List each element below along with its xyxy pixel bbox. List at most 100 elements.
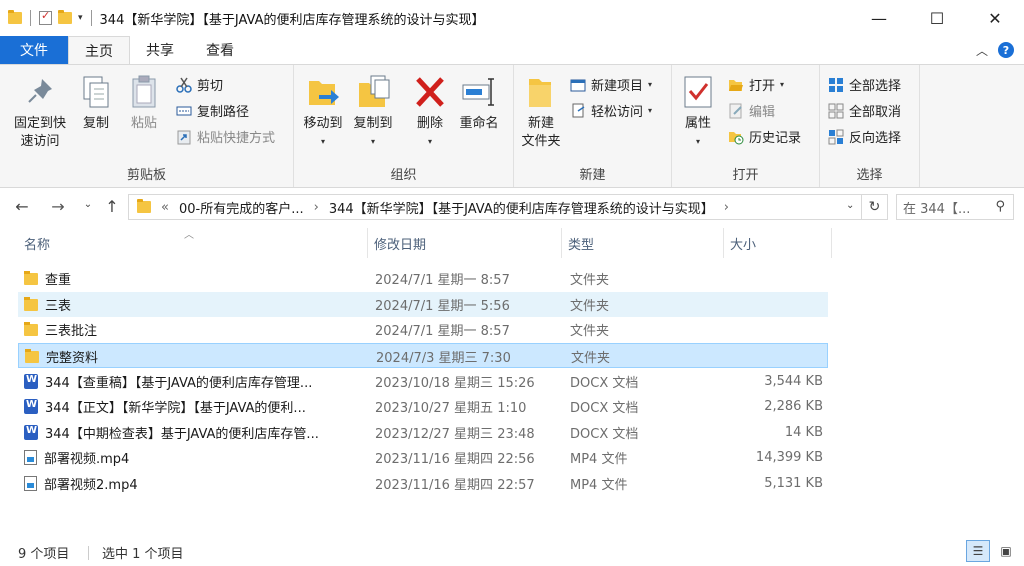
new-folder-icon[interactable] xyxy=(58,10,72,24)
close-button[interactable]: ✕ xyxy=(966,0,1024,36)
open-button[interactable]: 打开 ▾ xyxy=(728,75,784,94)
file-row-4[interactable]: 344【查重稿】【基于JAVA的便利店库存管理... 2023/10/18 星期… xyxy=(18,369,828,394)
cut-button[interactable]: 剪切 xyxy=(176,75,223,94)
organize-group: 移动到 ▾ 复制到 ▾ 删除 ▾ 重命名 组织 xyxy=(294,65,514,187)
column-header-size[interactable]: 大小 xyxy=(724,228,832,258)
file-row-1[interactable]: 三表 2024/7/1 星期一 5:56 文件夹 xyxy=(18,292,828,317)
edit-button[interactable]: 编辑 xyxy=(728,101,775,120)
rename-button[interactable]: 重命名 xyxy=(454,73,504,133)
refresh-button[interactable]: ↻ xyxy=(862,194,888,220)
paste-label: 粘贴 xyxy=(130,116,157,131)
column-header-name[interactable]: 名称 xyxy=(18,228,368,258)
file-name: 部署视频.mp4 xyxy=(44,452,130,467)
search-input[interactable]: 在 344【... ⚲ xyxy=(896,194,1014,220)
properties-icon xyxy=(680,73,716,111)
new-group: 新建 文件夹 新建项目 ▾ 轻松访问 ▾ 新建 xyxy=(514,65,672,187)
details-view-icon: ☰ xyxy=(972,544,984,558)
breadcrumb-item-current[interactable]: 344【新华学院】【基于JAVA的便利店库存管理系统的设计与实现】 xyxy=(329,198,714,217)
move-to-icon xyxy=(305,73,341,111)
delete-chevron-icon: ▾ xyxy=(427,137,432,146)
copy-path-button[interactable]: 复制路径 xyxy=(176,101,249,120)
delete-button[interactable]: 删除 ▾ xyxy=(410,73,450,151)
copy-button[interactable]: 复制 xyxy=(76,73,116,133)
open-label: 打开 xyxy=(749,79,776,94)
paste-shortcut-icon xyxy=(176,129,192,145)
properties-button[interactable]: 属性 ▾ xyxy=(678,73,718,151)
minimize-button[interactable]: — xyxy=(850,0,908,36)
file-row-3-selected[interactable]: 完整资料 2024/7/3 星期三 7:30 文件夹 xyxy=(18,343,828,368)
edit-icon xyxy=(728,103,744,119)
tab-share[interactable]: 共享 xyxy=(130,36,190,64)
copy-to-icon xyxy=(355,73,391,111)
breadcrumb-item[interactable]: 00-所有完成的客户... xyxy=(179,198,304,217)
file-row-6[interactable]: 344【中期检查表】基于JAVA的便利店库存管... 2023/12/27 星期… xyxy=(18,420,828,445)
copy-path-label: 复制路径 xyxy=(197,105,250,120)
help-icon[interactable]: ? xyxy=(998,42,1014,58)
word-document-icon xyxy=(24,425,38,440)
divider xyxy=(30,10,31,26)
recent-locations-chevron-icon[interactable]: ⌄ xyxy=(76,199,100,210)
breadcrumb-overflow[interactable]: « xyxy=(161,200,169,215)
new-item-button[interactable]: 新建项目 ▾ xyxy=(570,75,652,94)
tab-view[interactable]: 查看 xyxy=(190,36,250,64)
divider xyxy=(90,10,92,26)
history-button[interactable]: 历史记录 xyxy=(728,127,801,146)
file-row-5[interactable]: 344【正文】【新华学院】【基于JAVA的便利... 2023/10/27 星期… xyxy=(18,394,828,419)
address-bar[interactable]: « 00-所有完成的客户... › 344【新华学院】【基于JAVA的便利店库存… xyxy=(128,194,862,220)
divider xyxy=(88,546,89,560)
select-all-button[interactable]: 全部选择 xyxy=(828,75,901,94)
file-date: 2024/7/1 星期一 8:57 xyxy=(375,324,510,339)
clipboard-group: 固定到快 速访问 复制 粘贴 剪切 复制路径 粘贴快捷方式 剪贴板 xyxy=(0,65,294,187)
column-header-type[interactable]: 类型 xyxy=(562,228,724,258)
large-icons-view-button[interactable]: ▣ xyxy=(994,540,1018,562)
breadcrumb-separator-icon[interactable]: › xyxy=(724,200,729,215)
file-size: 2,286 KB xyxy=(764,399,823,414)
file-row-8[interactable]: 部署视频2.mp4 2023/11/16 星期四 22:57 MP4 文件 5,… xyxy=(18,471,828,496)
copy-to-button[interactable]: 复制到 ▾ xyxy=(350,73,396,151)
edit-label: 编辑 xyxy=(749,105,776,120)
move-to-chevron-icon: ▾ xyxy=(320,137,325,146)
quick-access-toolbar: ▾ xyxy=(0,0,94,36)
new-folder-icon xyxy=(523,73,559,111)
breadcrumb-separator-icon[interactable]: › xyxy=(314,200,319,215)
tab-file[interactable]: 文件 xyxy=(0,36,68,64)
folder-icon xyxy=(24,270,38,285)
properties-icon[interactable] xyxy=(39,9,52,25)
organize-group-label: 组织 xyxy=(390,168,417,183)
move-to-button[interactable]: 移动到 ▾ xyxy=(300,73,346,151)
pin-quick-access-button[interactable]: 固定到快 速访问 xyxy=(8,73,72,151)
new-group-label: 新建 xyxy=(579,168,606,183)
select-none-button[interactable]: 全部取消 xyxy=(828,101,901,120)
invert-selection-label: 反向选择 xyxy=(849,131,902,146)
file-list: ︿ 名称 修改日期 类型 大小 查重 2024/7/1 星期一 8:57 文件夹… xyxy=(0,228,1024,528)
properties-label: 属性 xyxy=(684,116,711,131)
customize-toolbar-chevron-icon[interactable]: ▾ xyxy=(78,13,83,23)
file-row-7[interactable]: 部署视频.mp4 2023/11/16 星期四 22:56 MP4 文件 14,… xyxy=(18,445,828,470)
details-view-button[interactable]: ☰ xyxy=(966,540,990,562)
maximize-button[interactable]: ☐ xyxy=(908,0,966,36)
paste-button[interactable]: 粘贴 xyxy=(124,73,164,133)
file-date: 2023/10/18 星期三 15:26 xyxy=(375,376,535,391)
collapse-ribbon-chevron-icon[interactable]: ︿ xyxy=(976,42,988,59)
new-folder-button[interactable]: 新建 文件夹 xyxy=(518,73,564,151)
paste-shortcut-button[interactable]: 粘贴快捷方式 xyxy=(176,127,275,146)
pin-label-line2: 速访问 xyxy=(20,134,60,149)
up-arrow-icon[interactable]: ↑ xyxy=(100,197,124,216)
file-row-2[interactable]: 三表批注 2024/7/1 星期一 8:57 文件夹 xyxy=(18,317,828,342)
forward-arrow-icon[interactable]: → xyxy=(46,197,70,216)
file-size: 14,399 KB xyxy=(755,450,823,465)
selected-count: 选中 1 个项目 xyxy=(102,546,184,562)
address-history-chevron-icon[interactable]: ⌄ xyxy=(846,200,854,211)
rename-label: 重命名 xyxy=(459,116,499,131)
file-row-0[interactable]: 查重 2024/7/1 星期一 8:57 文件夹 xyxy=(18,266,828,291)
easy-access-button[interactable]: 轻松访问 ▾ xyxy=(570,101,652,120)
back-arrow-icon[interactable]: ← xyxy=(10,197,34,216)
select-all-label: 全部选择 xyxy=(849,79,902,94)
tab-home[interactable]: 主页 xyxy=(68,36,130,64)
video-file-icon xyxy=(24,450,37,465)
title-bar: ▾ 344【新华学院】【基于JAVA的便利店库存管理系统的设计与实现】 — ☐ … xyxy=(0,0,1024,36)
column-header-date[interactable]: 修改日期 xyxy=(368,228,562,258)
cut-label: 剪切 xyxy=(197,79,224,94)
file-type: 文件夹 xyxy=(571,351,611,366)
invert-selection-button[interactable]: 反向选择 xyxy=(828,127,901,146)
